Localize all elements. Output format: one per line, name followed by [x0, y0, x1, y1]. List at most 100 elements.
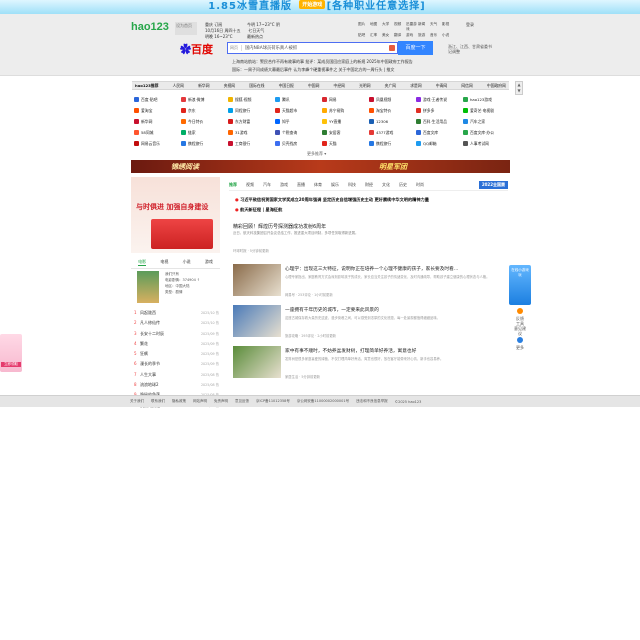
site-link[interactable]: 凤凰视频 [369, 94, 416, 105]
feed-special-tab[interactable]: 2022全国赛 [478, 181, 508, 189]
rank-title[interactable]: 风起陇西 [140, 308, 195, 318]
site-label[interactable]: 人事考试网 [470, 141, 489, 147]
site-link[interactable]: 搜狐·视频 [228, 94, 275, 105]
site-label[interactable]: 31游戏 [235, 130, 247, 136]
feed-card[interactable]: 一座拥有千年历史的城市，一定要来此风景的 这座古城保存着大量历史遗迹，漫步街巷之间… [231, 305, 507, 343]
quick-link[interactable]: 游戏 [406, 33, 418, 38]
ad-strip[interactable]: 锦绣阅读 明星军团 [131, 160, 510, 173]
nav-item[interactable]: 新华网 [198, 82, 209, 89]
site-link[interactable]: 新浪·微博 [181, 94, 228, 105]
search-box[interactable]: 网页 国内NBA球员荷乐真人被抓 [227, 42, 398, 54]
hot-news-link[interactable]: 最新热点 [247, 34, 289, 40]
quick-link[interactable]: 地图 [370, 22, 382, 32]
feed-tab[interactable]: 历史 [399, 182, 407, 188]
footer-link[interactable]: ©2025 hao123 [395, 400, 422, 404]
site-link[interactable]: 爱奇艺·电视剧 [463, 105, 510, 116]
login-link[interactable]: 登录 [466, 22, 486, 28]
quick-link[interactable]: 音乐 [430, 33, 442, 38]
footer-link[interactable]: 意见反馈 [235, 399, 249, 404]
rank-title[interactable]: 狂飙 [140, 349, 195, 359]
site-link[interactable]: 天猫超市 [275, 105, 322, 116]
site-link[interactable]: 百度文库 [416, 127, 463, 138]
site-label[interactable]: 58同城 [141, 130, 153, 136]
nav-item[interactable]: 中国政府网 [487, 82, 506, 89]
site-link[interactable]: 汽车之家 [463, 116, 510, 127]
quick-link[interactable]: 视频 [394, 22, 406, 32]
lead-article[interactable]: 精彩回顾！辉煌历号探测器成功发射6周年 近日，航天科技集团召开会议总结工作，推进… [233, 223, 505, 253]
quick-link[interactable]: 新闻 [418, 22, 430, 32]
feed-tab[interactable]: 直播 [297, 182, 305, 188]
rank-row[interactable]: 6 漫长的季节 2025/09 热 [134, 359, 219, 369]
card-title[interactable]: 家中有事不顺时，不妨养盆发财树，打理简单好养活，寓意也好 [285, 348, 503, 354]
site-link[interactable]: 携程旅行 [369, 138, 416, 149]
hao123-logo[interactable]: hao123 [131, 21, 169, 33]
headline-text[interactable]: 习近平致信祝贺国家文学奖成立20周年强调 坚定历史自信增强历史主动 更好赓续中华… [240, 197, 429, 202]
top-ad-banner[interactable]: 1.85冰雪直播版 开始游戏 [各种职业任意选择] [0, 0, 640, 14]
rank-row[interactable]: 1 风起陇西 2025/10 热 [134, 308, 219, 318]
left-tab[interactable]: 电影 [138, 259, 147, 266]
left-tab[interactable]: 电视 [160, 259, 168, 266]
site-label[interactable]: 游戏·王者传说 [423, 97, 447, 103]
site-link[interactable]: 天猫 [322, 138, 369, 149]
search-type-select[interactable]: 网页 [230, 45, 242, 51]
feed-tab[interactable]: 游戏 [280, 182, 288, 188]
footer-link[interactable]: 免责声明 [214, 399, 228, 404]
site-label[interactable]: 链家 [188, 130, 196, 136]
rank-title[interactable]: 长安十二时辰 [140, 329, 195, 339]
site-label[interactable]: 百度文库 [423, 130, 438, 136]
quick-link[interactable]: 旅游 [418, 33, 430, 38]
site-link[interactable]: 淘宝特价 [369, 105, 416, 116]
site-label[interactable]: 网易云音乐 [141, 141, 160, 147]
site-label[interactable]: 网易 [329, 97, 337, 103]
nav-item[interactable]: 中国网 [308, 82, 319, 89]
site-link[interactable]: YY直播 [322, 116, 369, 127]
rank-title[interactable]: 人生大事 [140, 370, 195, 380]
nav-item[interactable]: 央广网 [385, 82, 396, 89]
site-label[interactable]: 苏宁易购 [329, 108, 344, 114]
movie-cover[interactable] [137, 271, 159, 303]
feed-tab[interactable]: 文化 [382, 182, 390, 188]
site-label[interactable]: 百度·贴吧 [141, 97, 157, 103]
quick-link[interactable]: 影视 [442, 22, 454, 32]
feed-card[interactable]: 家中有事不顺时，不妨养盆发财树，打理简单好养活，寓意也好 发财树是很多家庭喜爱的绿… [231, 346, 507, 384]
nav-item[interactable]: 中国日报 [279, 82, 294, 89]
site-link[interactable]: 拼多多 [416, 105, 463, 116]
quick-link[interactable]: 图片 [358, 22, 370, 32]
headline-item[interactable]: ● 航天新征程 | 星海征航 [235, 205, 505, 215]
site-label[interactable]: 天猫超市 [282, 108, 297, 114]
site-link[interactable]: 安居客 [322, 127, 369, 138]
rank-row[interactable]: 5 狂飙 2025/09 热 [134, 349, 219, 359]
more-icon[interactable] [517, 337, 523, 343]
search-input[interactable]: 国内NBA球员荷乐真人被抓 [245, 45, 389, 51]
site-link[interactable]: 工商银行 [228, 138, 275, 149]
footer-link[interactable]: 网站声明 [193, 399, 207, 404]
quick-link[interactable]: 翻译 [394, 33, 406, 38]
featured-movie[interactable]: 我们只有 电影剧情：374904 ↑ 地区：中国大陆 类型：剧情 [137, 271, 220, 305]
site-label[interactable]: 新华网 [141, 119, 152, 125]
site-link[interactable]: 百度文库·办公 [463, 127, 510, 138]
site-label[interactable]: QQ邮箱 [423, 141, 437, 147]
nav-item[interactable]: 光明网 [359, 82, 370, 89]
site-label[interactable]: 知乎 [282, 119, 290, 125]
site-link[interactable]: 京东 [181, 105, 228, 116]
rank-title[interactable]: 流浪地球2 [140, 380, 195, 390]
feedback-icon[interactable] [517, 308, 523, 314]
site-link[interactable]: 携程旅行 [181, 138, 228, 149]
site-label[interactable]: 天猫 [329, 141, 337, 147]
site-label[interactable]: 百科·生活用品 [423, 119, 447, 125]
quick-link[interactable]: 小说 [442, 33, 454, 38]
quick-link[interactable]: 大学 [382, 22, 394, 32]
headline-item[interactable]: ● 习近平致信祝贺国家文学奖成立20周年强调 坚定历史自信增强历史主动 更好赓续… [235, 195, 505, 205]
card-thumbnail[interactable] [233, 264, 281, 296]
rank-row[interactable]: 3 长安十二时辰 2025/09 热 [134, 329, 219, 339]
site-link[interactable]: 腾讯 [275, 94, 322, 105]
site-label[interactable]: 京东 [188, 108, 196, 114]
site-label[interactable]: 个税查询 [282, 130, 297, 136]
site-label[interactable]: 安居客 [329, 130, 340, 136]
site-label[interactable]: 腾讯 [282, 97, 290, 103]
quick-link[interactable]: 天气 [430, 22, 442, 32]
footer-link[interactable]: 联系我们 [151, 399, 165, 404]
feed-tab[interactable]: 科技 [348, 182, 356, 188]
site-label[interactable]: 新浪·微博 [188, 97, 204, 103]
rank-title[interactable]: 繁花 [140, 339, 195, 349]
